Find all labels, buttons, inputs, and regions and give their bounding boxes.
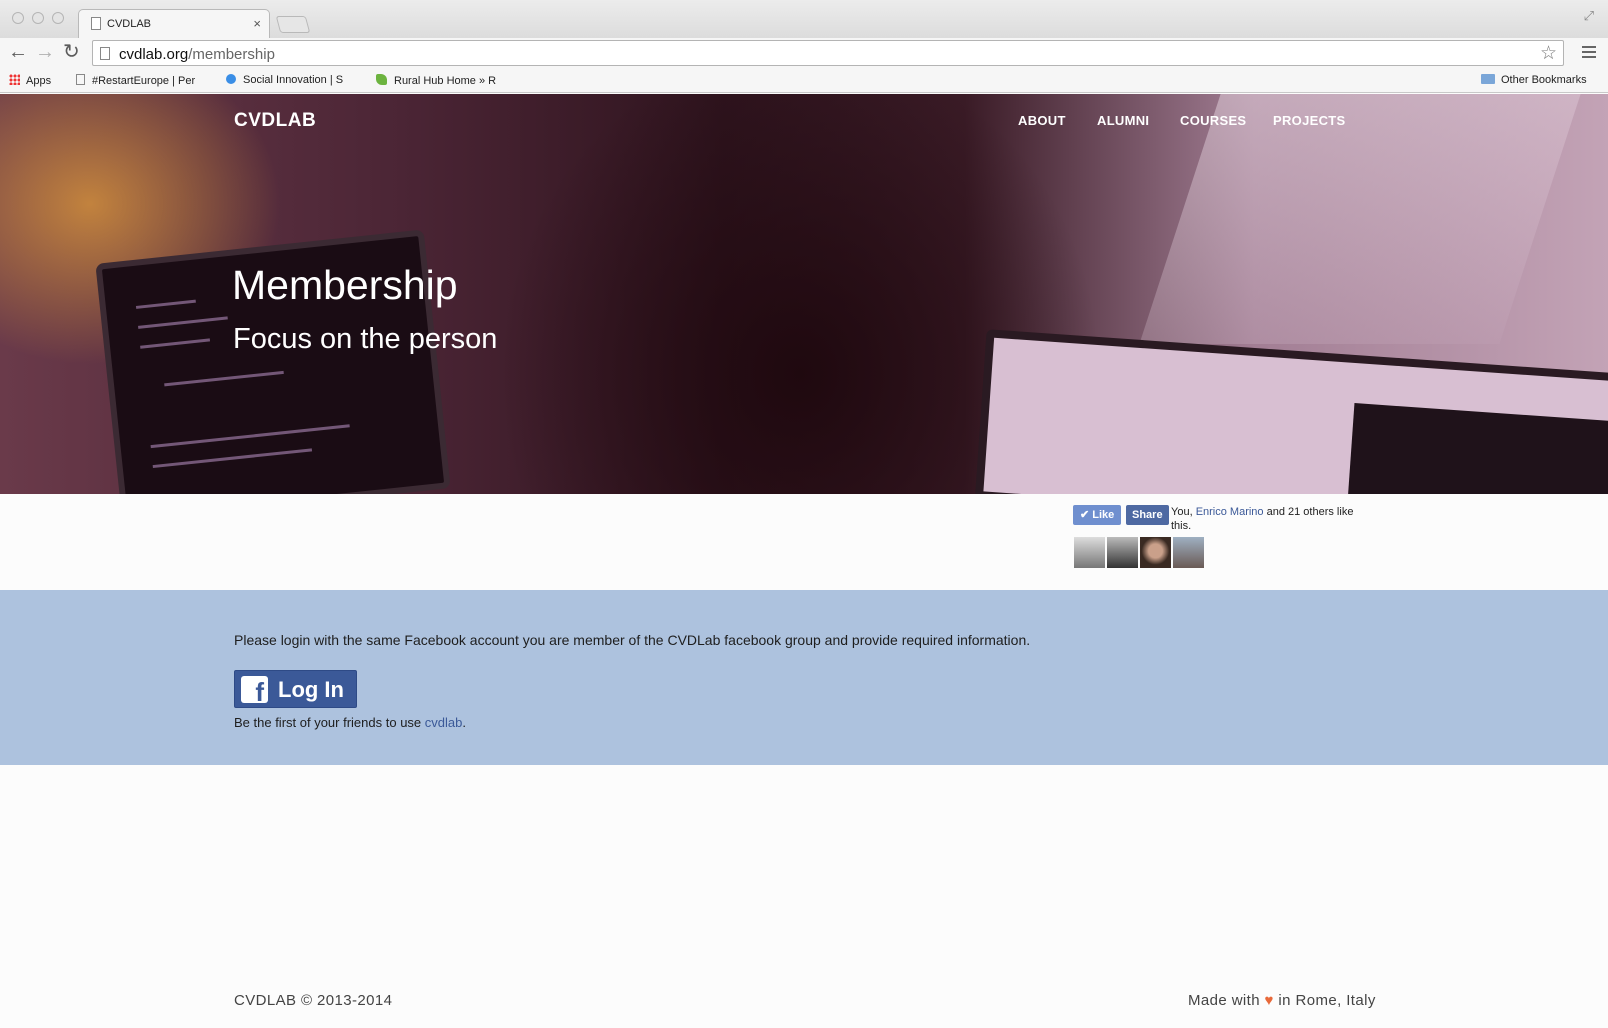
fb-share-button[interactable]: Share <box>1126 505 1169 525</box>
footer-made-with: Made with ♥ in Rome, Italy <box>1188 992 1376 1009</box>
bookmark-restart-europe[interactable]: #RestartEurope | Per <box>76 74 195 87</box>
avatar[interactable] <box>1173 537 1204 568</box>
bookmark-star-icon[interactable]: ☆ <box>1540 42 1557 65</box>
menu-icon[interactable] <box>1582 46 1596 61</box>
page-icon <box>100 47 110 60</box>
browser-toolbar: ← → ↻ cvdlab.org/membership ☆ <box>0 38 1608 68</box>
browser-tab[interactable]: CVDLAB × <box>78 9 270 38</box>
close-window-button[interactable] <box>12 12 24 24</box>
url-text[interactable]: cvdlab.org/membership <box>119 46 275 63</box>
page-icon <box>91 17 101 30</box>
avatar[interactable] <box>1074 537 1105 568</box>
nav-about[interactable]: ABOUT <box>1018 113 1066 128</box>
fb-friend-link[interactable]: Enrico Marino <box>1196 506 1264 518</box>
fb-like-button[interactable]: ✔ Like <box>1073 505 1122 525</box>
address-bar[interactable]: cvdlab.org/membership ☆ <box>92 40 1564 66</box>
tab-close-icon[interactable]: × <box>253 16 261 31</box>
forward-arrow-icon[interactable]: → <box>35 40 55 64</box>
back-arrow-icon[interactable]: ← <box>8 40 28 64</box>
heart-icon: ♥ <box>1264 992 1274 1009</box>
browser-titlebar: CVDLAB × ⤢ <box>0 0 1608 38</box>
folder-icon <box>1481 74 1495 84</box>
reload-icon[interactable]: ↻ <box>63 40 80 64</box>
hero-background-shape <box>1139 94 1581 344</box>
footer-copyright: CVDLAB © 2013-2014 <box>234 992 393 1009</box>
other-bookmarks[interactable]: Other Bookmarks <box>1481 74 1587 86</box>
bookmark-apps[interactable]: Apps <box>9 74 51 87</box>
nav-courses[interactable]: COURSES <box>1180 113 1246 128</box>
apps-grid-icon <box>9 74 20 85</box>
avatar[interactable] <box>1107 537 1138 568</box>
login-instructions: Please login with the same Facebook acco… <box>234 632 1031 648</box>
page-subtitle: Focus on the person <box>233 323 498 355</box>
friends-notice: Be the first of your friends to use cvdl… <box>234 715 466 730</box>
tab-title: CVDLAB <box>107 18 152 30</box>
avatar[interactable] <box>1140 537 1171 568</box>
globe-icon <box>226 74 236 84</box>
page-icon <box>76 74 85 85</box>
leaf-icon <box>376 74 387 85</box>
minimize-window-button[interactable] <box>32 12 44 24</box>
bookmarks-bar: Apps #RestartEurope | Per Social Innovat… <box>0 68 1608 93</box>
new-tab-button[interactable] <box>275 16 311 33</box>
fb-like-summary: You, Enrico Marino and 21 others like th… <box>1171 506 1354 532</box>
nav-projects[interactable]: PROJECTS <box>1273 113 1345 128</box>
fullscreen-icon[interactable]: ⤢ <box>1584 8 1594 24</box>
facebook-login-label: Log In <box>278 677 344 702</box>
cvdlab-app-link[interactable]: cvdlab <box>425 715 463 730</box>
site-logo[interactable]: CVDLAB <box>234 110 316 132</box>
facebook-icon: f <box>241 676 268 703</box>
hero-monitor-right <box>974 329 1608 494</box>
page-title: Membership <box>232 262 458 308</box>
bookmark-rural-hub[interactable]: Rural Hub Home » R <box>376 74 496 87</box>
facebook-login-button[interactable]: f Log In <box>234 670 357 708</box>
zoom-window-button[interactable] <box>52 12 64 24</box>
bookmark-social-innovation[interactable]: Social Innovation | S <box>226 74 343 86</box>
nav-alumni[interactable]: ALUMNI <box>1097 113 1149 128</box>
